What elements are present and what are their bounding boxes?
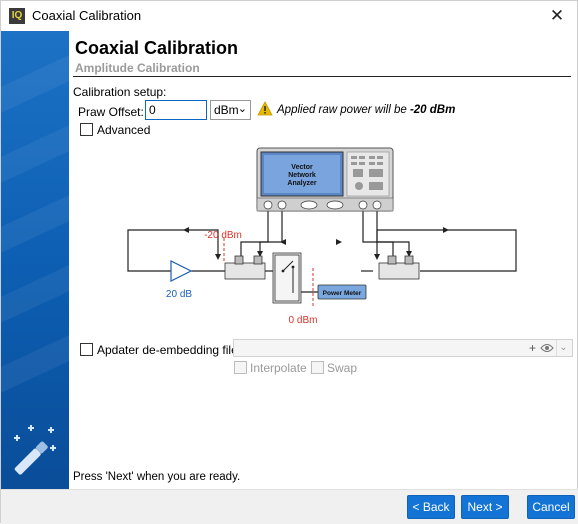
chevron-down-icon: ⌄ — [556, 340, 570, 356]
app-icon: IQ — [9, 8, 25, 24]
calibration-setup-label: Calibration setup: — [73, 85, 167, 99]
level-zero-label: 0 dBm — [289, 315, 318, 325]
close-icon[interactable]: ✕ — [545, 5, 569, 27]
praw-offset-input[interactable] — [145, 100, 207, 120]
unit-selected-value: dBm — [214, 103, 239, 117]
advanced-label[interactable]: Advanced — [97, 123, 150, 137]
deembedding-file-input: + ⌄ — [233, 339, 573, 357]
add-file-icon: + — [528, 341, 536, 355]
chevron-down-icon: ⌄ — [237, 103, 247, 115]
swap-checkbox — [311, 361, 324, 374]
swap-label: Swap — [327, 361, 358, 375]
amplifier-icon — [170, 260, 193, 282]
next-button[interactable]: Next > — [461, 495, 509, 519]
praw-offset-label: Praw Offset: — [78, 105, 144, 119]
header-divider — [73, 76, 571, 77]
unit-dropdown[interactable]: dBm ⌄ — [210, 100, 251, 120]
applied-power-warning: Applied raw power will be -20 dBm — [277, 104, 455, 116]
window-title: Coaxial Calibration — [32, 8, 142, 23]
wizard-sidebar — [1, 31, 69, 489]
vna-label-1: Vector — [291, 164, 313, 171]
power-meter-label: Power Meter — [323, 290, 362, 297]
dialog-window: IQ Coaxial Calibration ✕ Coaxial Calibra… — [0, 0, 578, 524]
magic-wand-icon — [14, 425, 56, 475]
deembedding-checkbox[interactable] — [80, 343, 93, 356]
wizard-content: Coaxial Calibration Amplitude Calibratio… — [69, 31, 577, 489]
warning-icon — [257, 101, 273, 116]
rf-switch — [272, 252, 302, 304]
deembedding-label[interactable]: Apdater de-embedding file: — [97, 343, 241, 357]
title-bar: IQ Coaxial Calibration ✕ — [1, 1, 577, 31]
power-meter: Power Meter — [317, 284, 367, 300]
cancel-button[interactable]: Cancel — [527, 495, 575, 519]
vna-label-3: Analyzer — [287, 180, 316, 187]
level-minus20-label: -20 dBm — [204, 230, 242, 241]
ready-instruction: Press 'Next' when you are ready. — [73, 471, 241, 483]
vna-label-2: Network — [288, 172, 316, 179]
back-button[interactable]: < Back — [407, 495, 455, 519]
interpolate-checkbox — [234, 361, 247, 374]
applied-power-value: -20 dBm — [409, 104, 456, 116]
amplifier-gain-label: 20 dB — [166, 289, 192, 300]
right-coupler — [378, 255, 420, 280]
eye-icon — [540, 344, 554, 352]
warning-prefix: Applied raw power will be — [277, 104, 410, 116]
calibration-setup-diagram: Vector Network Analyzer -20 dBm 0 dBm 20… — [127, 147, 517, 325]
page-subtitle: Amplitude Calibration — [75, 61, 200, 75]
vna-instrument: Vector Network Analyzer — [256, 147, 394, 212]
page-title: Coaxial Calibration — [75, 38, 239, 58]
wizard-footer: < Back Next > Cancel — [1, 489, 578, 524]
interpolate-label: Interpolate — [250, 361, 307, 375]
left-coupler — [224, 255, 266, 280]
advanced-checkbox[interactable] — [80, 123, 93, 136]
